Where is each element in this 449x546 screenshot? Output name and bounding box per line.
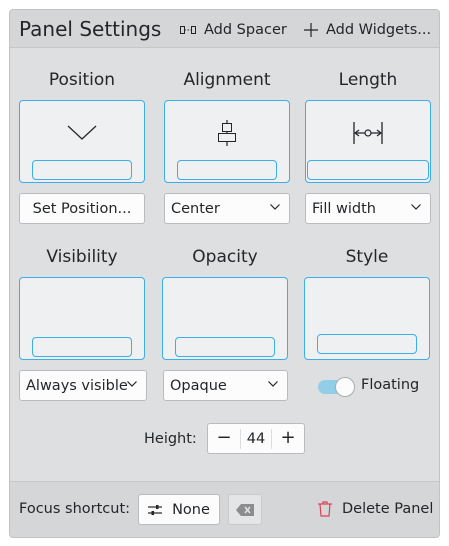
chevron-down-icon <box>411 204 421 210</box>
add-widgets-button[interactable]: Add Widgets... <box>304 19 431 41</box>
chevron-down-icon <box>127 381 137 387</box>
header-bar: Panel Settings Add Spacer Add Widgets... <box>10 10 439 48</box>
trash-icon <box>318 501 332 517</box>
panel-settings-dialog: Panel Settings Add Spacer Add Widgets...… <box>9 9 440 538</box>
focus-shortcut-button[interactable]: None <box>138 494 220 525</box>
height-spinbox[interactable]: − 44 + <box>207 423 305 454</box>
align-center-icon <box>218 120 236 146</box>
chevron-down-icon <box>67 125 97 140</box>
length-preview[interactable] <box>305 100 431 183</box>
delete-panel-label: Delete Panel <box>342 501 434 517</box>
panel-bar-preview <box>32 337 132 357</box>
opacity-value: Opaque <box>170 377 227 394</box>
delete-panel-button[interactable]: Delete Panel <box>318 501 433 517</box>
floating-toggle[interactable] <box>318 377 355 397</box>
plus-icon <box>304 23 318 37</box>
visibility-preview[interactable] <box>19 277 145 360</box>
chevron-down-icon <box>268 381 278 387</box>
height-label: Height: <box>144 431 197 447</box>
fill-width-icon <box>353 122 383 144</box>
opacity-label: Opacity <box>192 247 258 267</box>
focus-shortcut-label: Focus shortcut: <box>19 501 131 517</box>
length-value: Fill width <box>312 200 376 217</box>
panel-bar-preview <box>317 334 417 354</box>
position-preview[interactable] <box>19 100 145 183</box>
style-preview[interactable] <box>304 277 430 360</box>
increment-button[interactable]: + <box>278 428 298 448</box>
shortcut-value: None <box>172 501 210 518</box>
clear-shortcut-button[interactable] <box>228 494 262 525</box>
height-value[interactable]: 44 <box>240 429 272 449</box>
backspace-icon <box>236 503 254 516</box>
toggle-knob <box>335 377 355 397</box>
alignment-label: Alignment <box>183 70 271 90</box>
add-widgets-label: Add Widgets... <box>326 22 432 38</box>
add-spacer-label: Add Spacer <box>204 22 287 38</box>
set-position-button[interactable]: Set Position... <box>19 193 145 224</box>
style-label: Style <box>345 247 389 267</box>
panel-bar-preview <box>307 160 429 180</box>
length-select[interactable]: Fill width <box>305 193 431 224</box>
panel-bar-preview <box>177 160 277 180</box>
alignment-select[interactable]: Center <box>164 193 290 224</box>
opacity-select[interactable]: Opaque <box>163 370 288 401</box>
settings-sliders-icon <box>148 504 163 515</box>
alignment-value: Center <box>171 200 220 217</box>
footer-bar: Focus shortcut: None Delete Panel <box>10 481 439 537</box>
visibility-value: Always visible <box>26 377 128 394</box>
chevron-down-icon <box>270 204 280 210</box>
length-label: Length <box>338 70 398 90</box>
spacer-icon <box>180 26 196 34</box>
panel-bar-preview <box>175 337 275 357</box>
decrement-button[interactable]: − <box>214 428 234 448</box>
alignment-preview[interactable] <box>164 100 290 183</box>
visibility-select[interactable]: Always visible <box>19 370 147 401</box>
panel-bar-preview <box>32 160 132 180</box>
opacity-preview[interactable] <box>162 277 288 360</box>
visibility-label: Visibility <box>46 247 118 267</box>
add-spacer-button[interactable]: Add Spacer <box>180 19 287 41</box>
position-label: Position <box>48 70 116 90</box>
floating-label: Floating <box>361 377 420 393</box>
page-title: Panel Settings <box>19 17 162 41</box>
